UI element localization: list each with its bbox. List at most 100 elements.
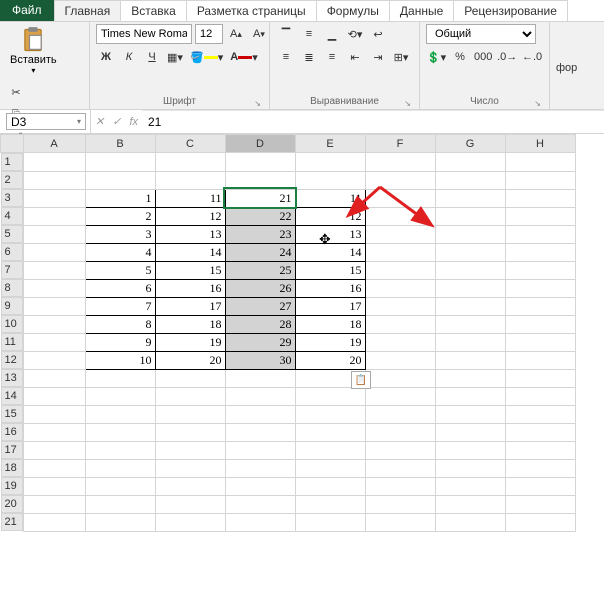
cell-G12[interactable] xyxy=(435,351,505,369)
cell-D5[interactable]: 23 xyxy=(225,225,295,243)
cell-H5[interactable] xyxy=(505,225,575,243)
tab-data[interactable]: Данные xyxy=(390,0,454,21)
cell-E3[interactable]: 11 xyxy=(295,189,365,207)
cell-F17[interactable] xyxy=(365,441,435,459)
cell-B7[interactable]: 5 xyxy=(85,261,155,279)
row-header-9[interactable]: 9 xyxy=(1,297,23,315)
cell-B3[interactable]: 1 xyxy=(85,189,155,207)
cell-A4[interactable] xyxy=(23,207,85,225)
cell-G17[interactable] xyxy=(435,441,505,459)
cell-F19[interactable] xyxy=(365,477,435,495)
cell-B9[interactable]: 7 xyxy=(85,297,155,315)
cell-E5[interactable]: 13 xyxy=(295,225,365,243)
cell-G8[interactable] xyxy=(435,279,505,297)
cell-F12[interactable] xyxy=(365,351,435,369)
cell-A2[interactable] xyxy=(23,171,85,189)
cell-B4[interactable]: 2 xyxy=(85,207,155,225)
tab-pagelayout[interactable]: Разметка страницы xyxy=(187,0,317,21)
cell-D19[interactable] xyxy=(225,477,295,495)
cell-A20[interactable] xyxy=(23,495,85,513)
tab-review[interactable]: Рецензирование xyxy=(454,0,568,21)
row-header-1[interactable]: 1 xyxy=(1,153,23,171)
cell-G6[interactable] xyxy=(435,243,505,261)
cell-B18[interactable] xyxy=(85,459,155,477)
cell-H17[interactable] xyxy=(505,441,575,459)
cell-E10[interactable]: 18 xyxy=(295,315,365,333)
tab-formulas[interactable]: Формулы xyxy=(317,0,390,21)
formula-input[interactable]: 21 xyxy=(142,110,604,133)
cell-D4[interactable]: 22 xyxy=(225,207,295,225)
row-header-16[interactable]: 16 xyxy=(1,423,23,441)
cell-B16[interactable] xyxy=(85,423,155,441)
row-header-12[interactable]: 12 xyxy=(1,351,23,369)
row-header-13[interactable]: 13 xyxy=(1,369,23,387)
cell-F4[interactable] xyxy=(365,207,435,225)
cell-H14[interactable] xyxy=(505,387,575,405)
underline-button[interactable]: Ч xyxy=(142,47,162,67)
cell-D12[interactable]: 30 xyxy=(225,351,295,369)
cell-H15[interactable] xyxy=(505,405,575,423)
cell-D16[interactable] xyxy=(225,423,295,441)
cell-D13[interactable] xyxy=(225,369,295,387)
cell-B20[interactable] xyxy=(85,495,155,513)
row-header-21[interactable]: 21 xyxy=(1,513,23,531)
increase-indent-icon[interactable]: ⇥ xyxy=(368,47,388,67)
cell-E11[interactable]: 19 xyxy=(295,333,365,351)
cell-H4[interactable] xyxy=(505,207,575,225)
cancel-formula-icon[interactable]: ✕ xyxy=(95,115,104,128)
cell-D18[interactable] xyxy=(225,459,295,477)
cell-G2[interactable] xyxy=(435,171,505,189)
font-name-input[interactable] xyxy=(96,24,192,44)
col-header-A[interactable]: A xyxy=(23,135,85,153)
cell-C7[interactable]: 15 xyxy=(155,261,225,279)
cell-D7[interactable]: 25 xyxy=(225,261,295,279)
cell-D2[interactable] xyxy=(225,171,295,189)
cell-F5[interactable] xyxy=(365,225,435,243)
cell-C18[interactable] xyxy=(155,459,225,477)
cell-G13[interactable] xyxy=(435,369,505,387)
cell-E15[interactable] xyxy=(295,405,365,423)
cell-H13[interactable] xyxy=(505,369,575,387)
row-header-10[interactable]: 10 xyxy=(1,315,23,333)
cell-B11[interactable]: 9 xyxy=(85,333,155,351)
cell-B15[interactable] xyxy=(85,405,155,423)
font-size-input[interactable] xyxy=(195,24,223,44)
cell-G18[interactable] xyxy=(435,459,505,477)
cell-F20[interactable] xyxy=(365,495,435,513)
row-header-17[interactable]: 17 xyxy=(1,441,23,459)
row-header-4[interactable]: 4 xyxy=(1,207,23,225)
cell-E19[interactable] xyxy=(295,477,365,495)
cell-G7[interactable] xyxy=(435,261,505,279)
cell-B6[interactable]: 4 xyxy=(85,243,155,261)
cell-B10[interactable]: 8 xyxy=(85,315,155,333)
cell-C5[interactable]: 13 xyxy=(155,225,225,243)
cell-D20[interactable] xyxy=(225,495,295,513)
cell-C15[interactable] xyxy=(155,405,225,423)
row-header-15[interactable]: 15 xyxy=(1,405,23,423)
worksheet-grid[interactable]: ABCDEFGH12311121114212221253132313641424… xyxy=(0,134,604,532)
cell-H8[interactable] xyxy=(505,279,575,297)
cell-C9[interactable]: 17 xyxy=(155,297,225,315)
cell-H2[interactable] xyxy=(505,171,575,189)
row-header-18[interactable]: 18 xyxy=(1,459,23,477)
cell-B2[interactable] xyxy=(85,171,155,189)
cell-F21[interactable] xyxy=(365,513,435,531)
cell-D21[interactable] xyxy=(225,513,295,531)
cell-F14[interactable] xyxy=(365,387,435,405)
cell-H3[interactable] xyxy=(505,189,575,207)
tab-home[interactable]: Главная xyxy=(54,0,122,21)
cell-C12[interactable]: 20 xyxy=(155,351,225,369)
cell-E21[interactable] xyxy=(295,513,365,531)
row-header-14[interactable]: 14 xyxy=(1,387,23,405)
cell-B13[interactable] xyxy=(85,369,155,387)
cell-A18[interactable] xyxy=(23,459,85,477)
cell-G9[interactable] xyxy=(435,297,505,315)
increase-font-icon[interactable]: A▴ xyxy=(226,24,246,44)
cell-H6[interactable] xyxy=(505,243,575,261)
cell-C10[interactable]: 18 xyxy=(155,315,225,333)
cell-D17[interactable] xyxy=(225,441,295,459)
cell-C8[interactable]: 16 xyxy=(155,279,225,297)
row-header-5[interactable]: 5 xyxy=(1,225,23,243)
increase-decimal-icon[interactable]: .0→ xyxy=(496,47,518,67)
cut-icon[interactable]: ✂ xyxy=(6,82,26,102)
